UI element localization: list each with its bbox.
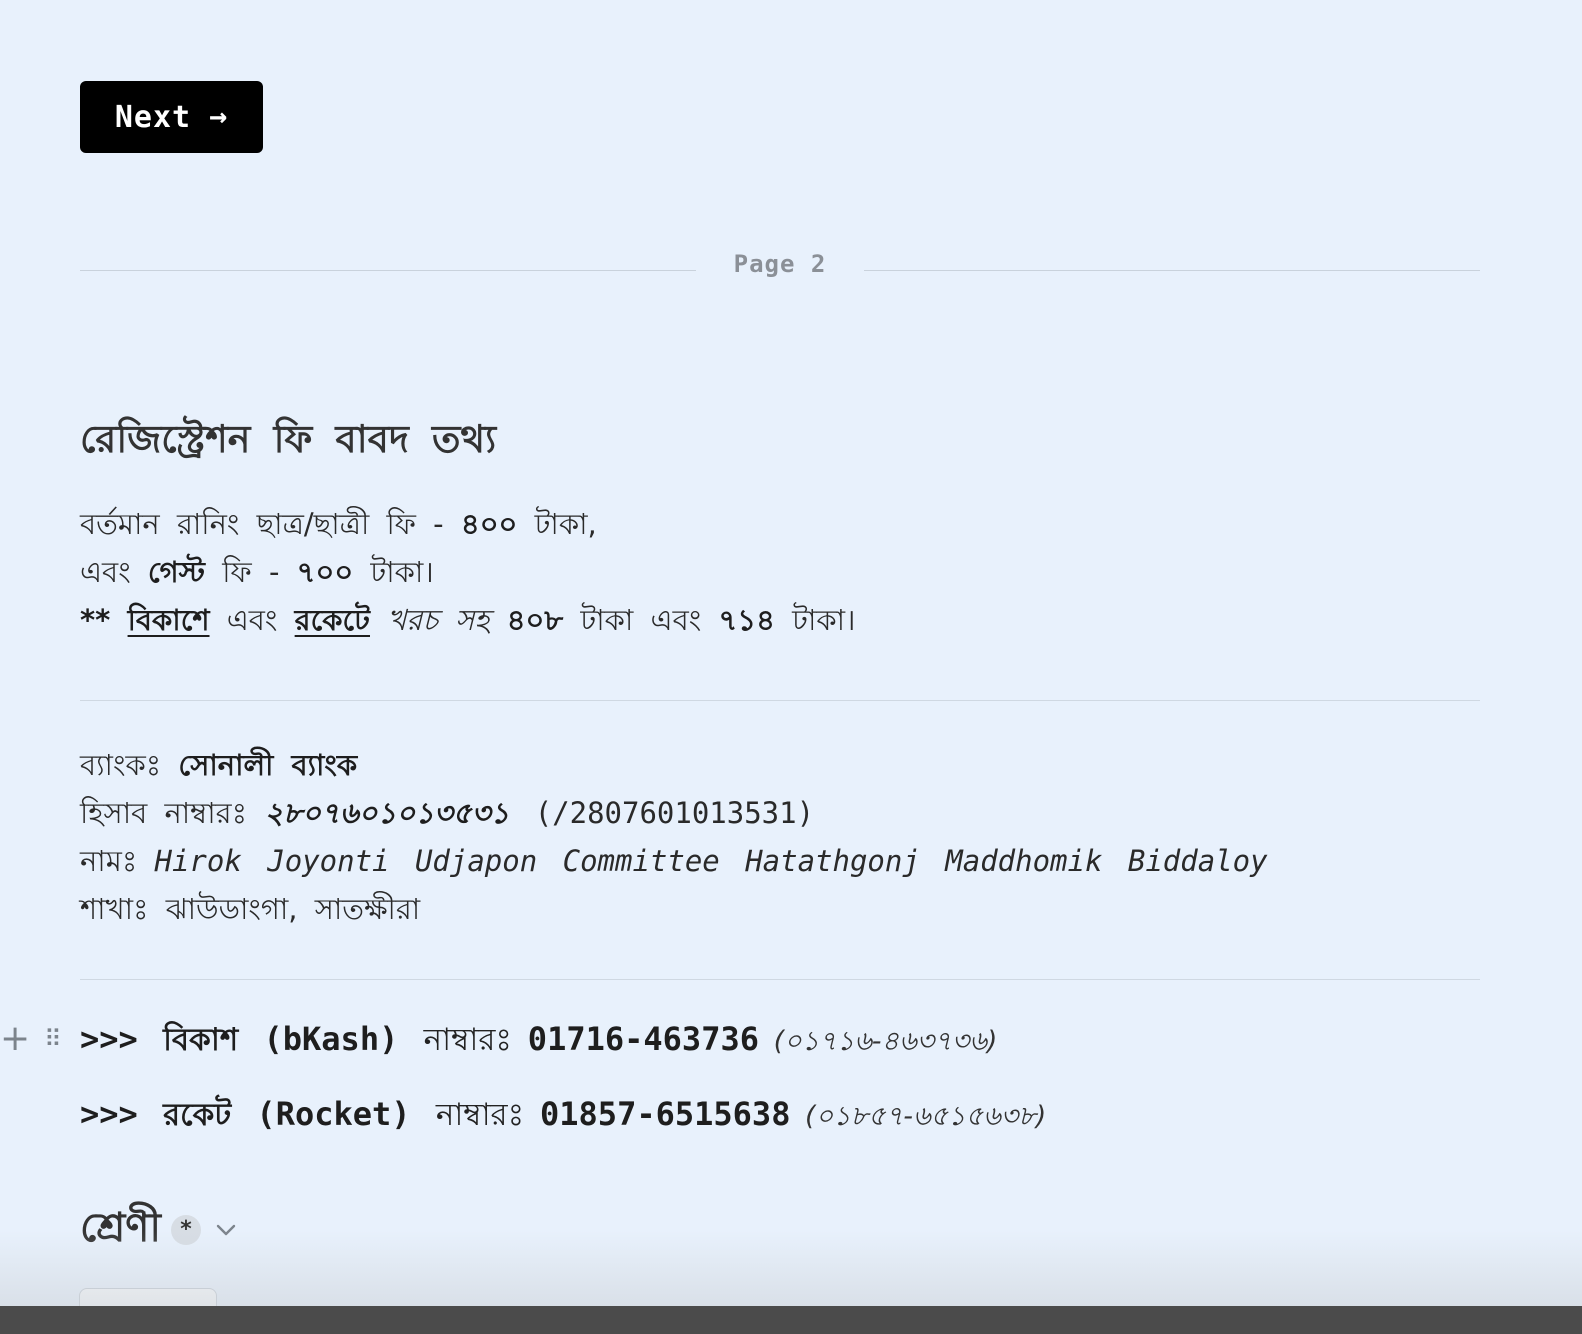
bank-name: সোনালী ব্যাংক — [178, 748, 358, 782]
bottom-bar — [0, 1306, 1582, 1334]
fee-mobile-amount-1: ৪০৮ — [506, 603, 564, 637]
rocket-latin: (Rocket) — [231, 1095, 436, 1133]
plus-icon[interactable]: + — [0, 1021, 30, 1057]
bkash-number-bn: (০১৭১৬-৪৬৩৭৩৬) — [758, 1026, 998, 1057]
bkash-name: বিকাশ — [163, 1022, 239, 1058]
fee-mobile-amount-2: ৭১৪ — [718, 603, 775, 637]
fee-line2-middle: ফি - — [205, 555, 297, 589]
fee-running-amount: ৪০০ — [460, 507, 518, 541]
branch-value: ঝাউডাংগা, সাতক্ষীরা — [165, 892, 421, 926]
cost-note: খরচ সহ — [370, 603, 507, 637]
fee-line-guest: এবং গেস্ট ফি - ৭০০ টাকা। — [80, 548, 1480, 596]
rocket-label: রকেটে — [294, 603, 370, 637]
bank-label: ব্যাংকঃ — [80, 748, 179, 782]
guest-label: গেস্ট — [147, 555, 206, 589]
fee-line1-prefix: বর্তমান রানিং ছাত্র/ছাত্রী ফি - — [80, 507, 461, 541]
rocket-number-label: নাম্বারঃ — [435, 1097, 540, 1133]
next-button-label: Next — [114, 99, 192, 135]
fee-line-mobile-charge: ** বিকাশে এবং রকেটে খরচ সহ ৪০৮ টাকা এবং … — [80, 596, 1480, 644]
next-button[interactable]: Next → — [80, 81, 263, 153]
chevron-down-icon[interactable] — [211, 1215, 241, 1245]
fee-line3-mid: টাকা এবং — [563, 603, 719, 637]
account-name-label: নামঃ — [80, 844, 155, 878]
rocket-number-row: >>> রকেট (Rocket) নাম্বারঃ 01857-6515638… — [80, 1091, 1480, 1140]
rocket-prefix: >>> — [80, 1095, 164, 1133]
fee-guest-amount: ৭০০ — [296, 555, 354, 589]
bkash-number-label: নাম্বারঃ — [423, 1022, 528, 1058]
class-question: শ্রেণী * — [80, 1196, 1480, 1263]
divider-line-right — [864, 270, 1480, 271]
account-number-bn: ২৮০৭৬০১০১৩৫৩১ — [264, 796, 510, 830]
block-handle: + ⠿ — [0, 1016, 62, 1062]
note-stars: ** — [80, 603, 111, 637]
account-label: হিসাব নাম্বারঃ — [80, 796, 265, 830]
bkash-latin: (bKash) — [238, 1020, 424, 1058]
required-marker: * — [170, 1214, 201, 1245]
and-text: এবং — [209, 603, 295, 637]
fee-line3-suffix: টাকা। — [774, 603, 856, 637]
account-number-en: (/2807601013531) — [509, 796, 815, 830]
bkash-number-row: + ⠿ >>> বিকাশ (bKash) নাম্বারঃ 01716-463… — [0, 1016, 1480, 1065]
rocket-name: রকেট — [163, 1097, 232, 1133]
bkash-prefix: >>> — [80, 1020, 164, 1058]
arrow-right-icon: → — [209, 99, 229, 134]
divider-line-left — [80, 270, 696, 271]
section-divider — [80, 979, 1480, 980]
fee-line2-prefix: এবং — [80, 555, 148, 589]
fee-line-running-students: বর্তমান রানিং ছাত্র/ছাত্রী ফি - ৪০০ টাকা… — [80, 500, 1480, 548]
bkash-number: 01716-463736 — [527, 1020, 759, 1058]
bkash-label: বিকাশে — [127, 603, 210, 637]
fee-line1-suffix: টাকা, — [517, 507, 597, 541]
class-question-label: শ্রেণী — [80, 1205, 161, 1251]
rocket-number: 01857-6515638 — [540, 1095, 791, 1133]
drag-handle-icon[interactable]: ⠿ — [44, 1027, 62, 1051]
branch-label: শাখাঃ — [80, 892, 166, 926]
rocket-number-bn: (০১৮৫৭-৬৫১৫৬৩৮) — [790, 1101, 1047, 1132]
account-name-value: Hirok Joyonti Udjapon Committee Hatathgo… — [154, 844, 1268, 878]
section-title: রেজিস্ট্রেশন ফি বাবদ তথ্য — [80, 417, 497, 461]
account-name-line: নামঃ Hirok Joyonti Udjapon Committee Hat… — [80, 837, 1480, 885]
page-break-divider: Page 2 — [80, 250, 1480, 282]
form-description: রেজিস্ট্রেশন ফি বাবদ তথ্য বর্তমান রানিং … — [0, 410, 1480, 1263]
page-number-label: Page 2 — [733, 250, 827, 278]
branch-line: শাখাঃ ঝাউডাংগা, সাতক্ষীরা — [80, 885, 1480, 933]
bank-name-line: ব্যাংকঃ সোনালী ব্যাংক — [80, 741, 1480, 789]
account-number-line: হিসাব নাম্বারঃ ২৮০৭৬০১০১৩৫৩১ (/280760101… — [80, 789, 1480, 837]
section-divider — [80, 700, 1480, 701]
fee-line2-suffix: টাকা। — [353, 555, 434, 589]
